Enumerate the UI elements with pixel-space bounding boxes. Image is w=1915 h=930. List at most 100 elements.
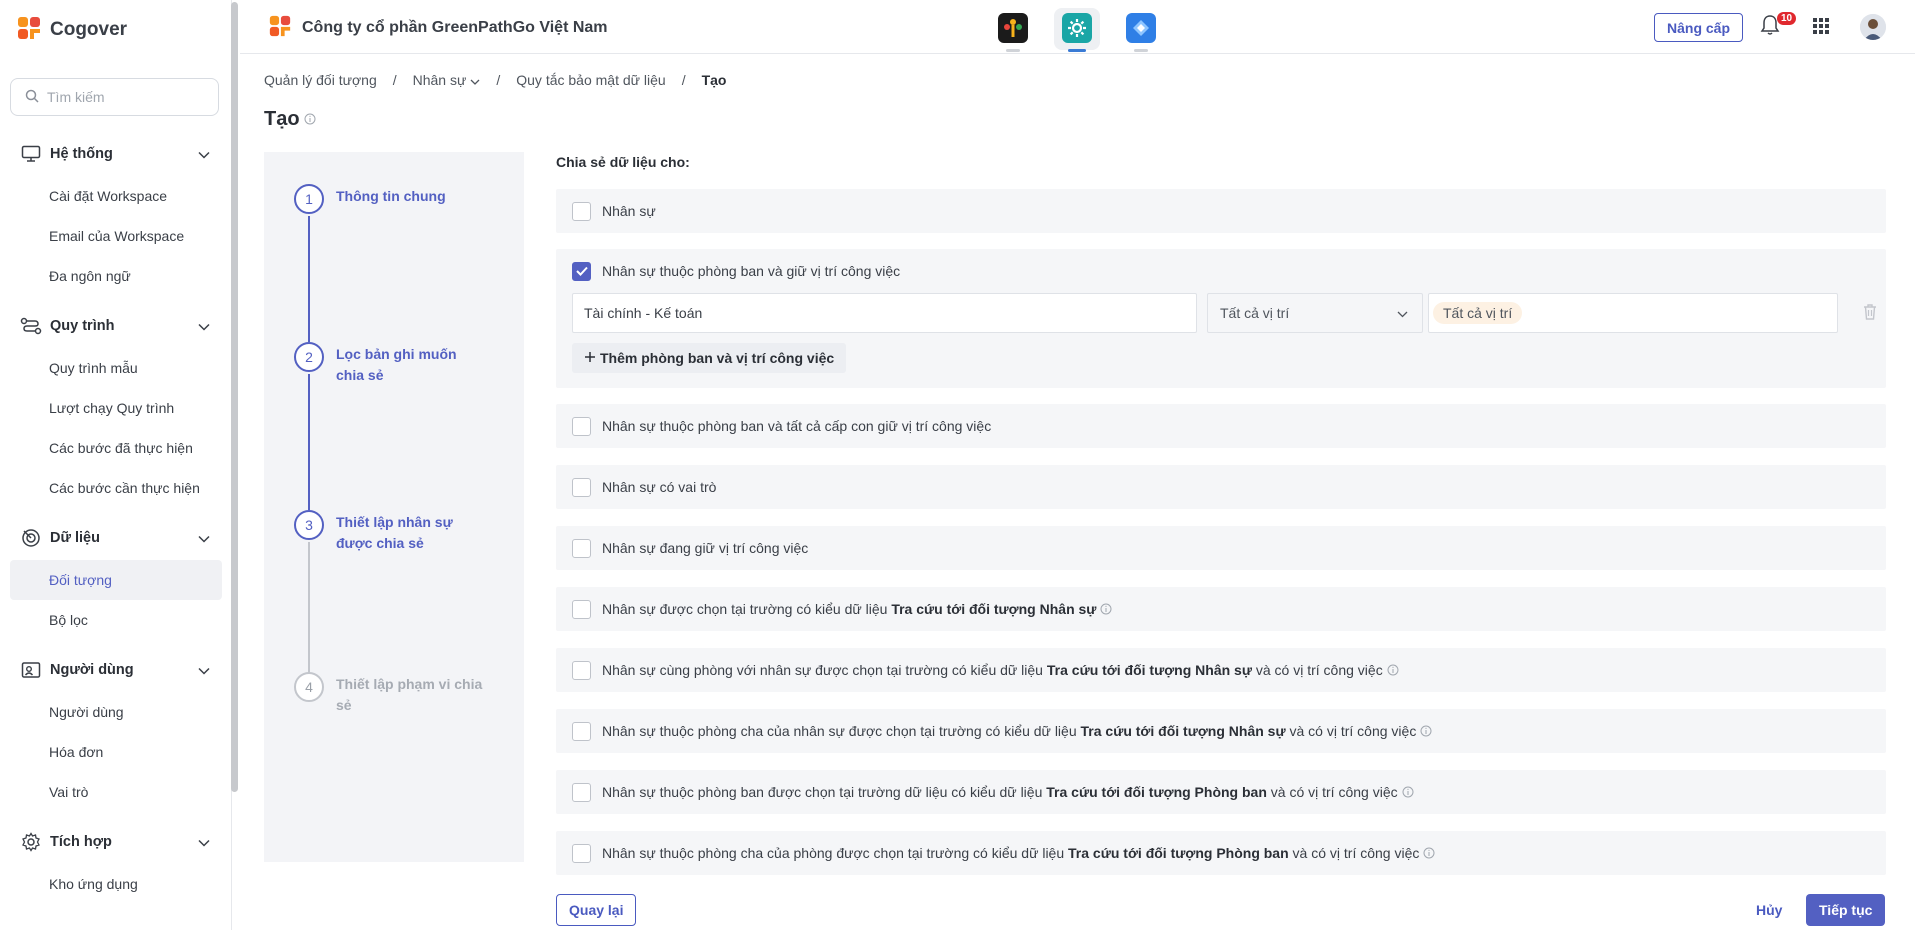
sidebar-item-luot-chay-quy-trinh[interactable]: Lượt chạy Quy trình — [10, 388, 222, 428]
sidebar-item-kho-ung-dung[interactable]: Kho ứng dụng — [10, 864, 222, 904]
nav-group-tich-hop: Tích hợp Kho ứng dụng — [0, 826, 232, 904]
position-tag[interactable]: Tất cả vị trí — [1433, 302, 1523, 324]
chevron-down-icon — [198, 834, 210, 850]
upgrade-button[interactable]: Nâng cấp — [1654, 13, 1744, 42]
sidebar-item-da-ngon-ngu[interactable]: Đa ngôn ngữ — [10, 256, 222, 296]
share-option-tra-cuu-nhan-su: Nhân sự được chọn tại trường có kiểu dữ … — [556, 587, 1886, 631]
step-1[interactable]: 1 Thông tin chung — [294, 184, 486, 214]
sidebar-item-cac-buoc-da-thuc-hien[interactable]: Các bước đã thực hiện — [10, 428, 222, 468]
checkbox-checked[interactable] — [572, 261, 591, 281]
next-button[interactable]: Tiếp tục — [1806, 894, 1886, 926]
nav-group-header-du-lieu[interactable]: Dữ liệu — [0, 522, 232, 554]
breadcrumb-separator: / — [392, 72, 397, 88]
check-icon — [575, 266, 588, 276]
department-input[interactable]: Tài chính - Kế toán — [572, 293, 1197, 333]
breadcrumb-link[interactable]: Quản lý đối tượng — [264, 72, 377, 88]
app-diamond-button[interactable] — [1118, 8, 1164, 52]
nav-group-label: Dữ liệu — [50, 530, 100, 546]
info-icon[interactable] — [1100, 603, 1112, 615]
nav-group-label: Quy trình — [50, 318, 115, 334]
step-4[interactable]: 4 Thiết lập phạm vi chia sẻ — [294, 672, 486, 716]
sidebar-item-hoa-don[interactable]: Hóa đơn — [10, 732, 222, 772]
page-title-text: Tạo — [264, 108, 300, 130]
checkbox[interactable] — [572, 721, 591, 741]
breadcrumb-dropdown[interactable]: Nhân sự — [413, 72, 481, 88]
checkbox[interactable] — [572, 538, 591, 558]
breadcrumb-current: Tạo — [701, 72, 727, 88]
plus-icon — [584, 350, 596, 366]
checkbox[interactable] — [572, 599, 591, 619]
info-icon[interactable] — [1402, 786, 1414, 798]
share-option-phong-cha-nhan-su: Nhân sự thuộc phòng cha của nhân sự được… — [556, 709, 1886, 753]
info-icon[interactable] — [1387, 664, 1399, 676]
sidebar-item-bo-loc[interactable]: Bộ lọc — [10, 600, 222, 640]
search-input[interactable] — [47, 89, 207, 105]
brand[interactable]: Cogover — [16, 15, 127, 44]
app-tree-button[interactable] — [990, 8, 1036, 52]
notification-badge: 10 — [1777, 12, 1797, 25]
sidebar-scrollbar[interactable] — [231, 2, 238, 792]
dept-position-row: Tài chính - Kế toán Tất cả vị trí Tất cả… — [572, 293, 1886, 333]
nav-group-header-tich-hop[interactable]: Tích hợp — [0, 826, 232, 858]
breadcrumb-separator: / — [496, 72, 501, 88]
option-label: Nhân sự — [602, 203, 656, 219]
step-label: Thông tin chung — [336, 188, 446, 204]
app-switcher — [990, 8, 1164, 52]
sidebar-item-cac-buoc-can-thuc-hien[interactable]: Các bước cần thực hiện — [10, 468, 222, 508]
sidebar-item-email-workspace[interactable]: Email của Workspace — [10, 216, 222, 256]
sidebar-item-quy-trinh-mau[interactable]: Quy trình mẫu — [10, 348, 222, 388]
add-dept-position-button[interactable]: Thêm phòng ban và vị trí công việc — [572, 343, 847, 373]
sidebar-item-nguoi-dung[interactable]: Người dùng — [10, 692, 222, 732]
nav-group-du-lieu: Dữ liệu Đối tượng Bộ lọc — [0, 522, 232, 640]
search-box[interactable] — [10, 78, 219, 116]
checkbox[interactable] — [572, 477, 591, 497]
breadcrumb-link[interactable]: Quy tắc bảo mật dữ liệu — [516, 72, 665, 88]
step-number: 4 — [294, 672, 324, 702]
checkbox[interactable] — [572, 782, 591, 802]
position-tags-field[interactable]: Tất cả vị trí — [1428, 293, 1838, 333]
nav-group-label: Tích hợp — [50, 834, 112, 850]
share-settings-panel: Chia sẻ dữ liệu cho: Nhân sự Nhân sự thu… — [556, 152, 1886, 875]
nav-group-nguoi-dung: Người dùng Người dùng Hóa đơn Vai trò — [0, 654, 232, 812]
info-icon[interactable] — [1420, 725, 1432, 737]
app-settings-button[interactable] — [1054, 8, 1100, 52]
nav-group-quy-trinh: Quy trình Quy trình mẫu Lượt chạy Quy tr… — [0, 310, 232, 508]
nav-group-header-nguoi-dung[interactable]: Người dùng — [0, 654, 232, 686]
info-icon[interactable] — [1423, 847, 1435, 859]
sidebar-item-vai-tro[interactable]: Vai trò — [10, 772, 222, 812]
step-3[interactable]: 3 Thiết lập nhân sự được chia sẻ — [294, 510, 486, 554]
sidebar: Cogover Hệ thống Cài đặt Workspace Email… — [0, 0, 232, 930]
back-button[interactable]: Quay lại — [556, 894, 637, 926]
position-select[interactable]: Tất cả vị trí — [1207, 293, 1423, 333]
checkbox[interactable] — [572, 201, 591, 221]
option-label: Nhân sự thuộc phòng ban được chọn tại tr… — [602, 784, 1398, 800]
step-number: 2 — [294, 342, 324, 372]
trash-icon[interactable] — [1862, 303, 1878, 324]
cogover-logo-icon — [16, 15, 42, 44]
option-label: Nhân sự cùng phòng với nhân sự được chọn… — [602, 662, 1383, 678]
app-indicator — [1006, 49, 1020, 52]
sidebar-nav: Hệ thống Cài đặt Workspace Email của Wor… — [0, 138, 232, 908]
nav-group-header-quy-trinh[interactable]: Quy trình — [0, 310, 232, 342]
cancel-button[interactable]: Hủy — [1756, 894, 1782, 926]
step-number: 3 — [294, 510, 324, 540]
top-header: Công ty cổ phần GreenPathGo Việt Nam Nân… — [240, 0, 1915, 54]
checkbox[interactable] — [572, 416, 591, 436]
step-connector — [308, 542, 310, 686]
nav-group-header-he-thong[interactable]: Hệ thống — [0, 138, 232, 170]
share-option-nhan-su: Nhân sự — [556, 189, 1886, 233]
info-icon[interactable] — [304, 108, 316, 131]
apps-grid-icon[interactable] — [1813, 18, 1829, 37]
checkbox[interactable] — [572, 660, 591, 680]
sidebar-item-cai-dat-workspace[interactable]: Cài đặt Workspace — [10, 176, 222, 216]
avatar[interactable] — [1860, 14, 1886, 40]
share-section-title: Chia sẻ dữ liệu cho: — [556, 154, 690, 170]
option-label: Nhân sự có vai trò — [602, 479, 717, 495]
company-switcher[interactable]: Công ty cổ phần GreenPathGo Việt Nam — [268, 14, 608, 41]
step-label: Lọc bản ghi muốn chia sẻ — [336, 346, 457, 383]
checkbox[interactable] — [572, 843, 591, 863]
breadcrumb-separator: / — [681, 72, 686, 88]
step-2[interactable]: 2 Lọc bản ghi muốn chia sẻ — [294, 342, 486, 386]
option-label: Nhân sự thuộc phòng ban và tất cả cấp co… — [602, 418, 992, 434]
sidebar-item-doi-tuong[interactable]: Đối tượng — [10, 560, 222, 600]
